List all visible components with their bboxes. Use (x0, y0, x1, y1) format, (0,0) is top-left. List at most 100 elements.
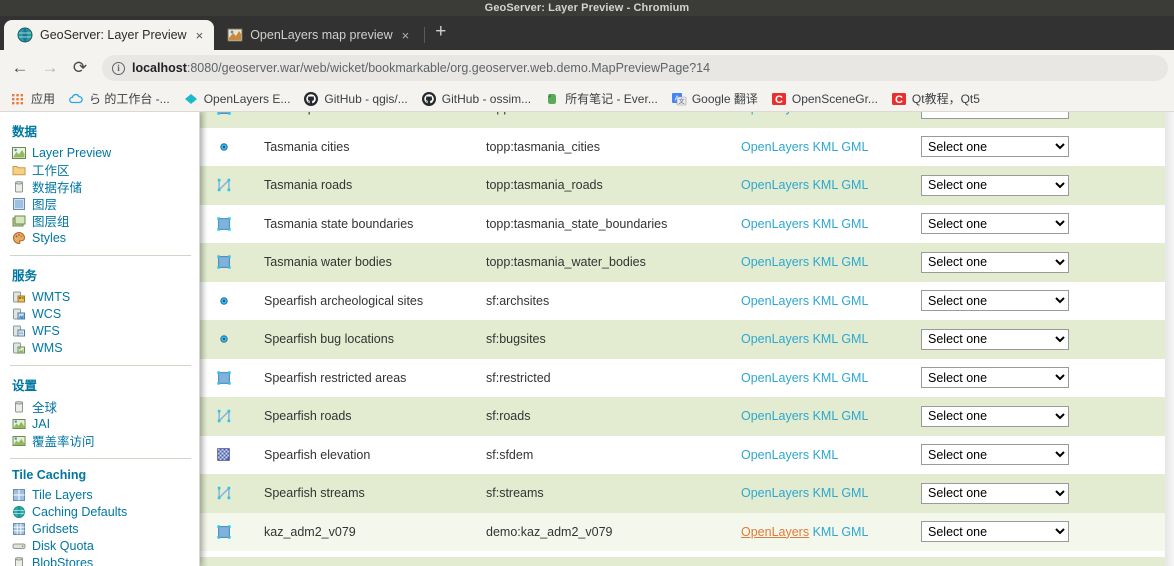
format-link-kml[interactable]: KML (813, 371, 838, 385)
table-row[interactable]: Tasmania roads topp:tasmania_roads OpenL… (200, 166, 1174, 205)
format-link-kml[interactable]: KML (813, 294, 838, 308)
table-row[interactable]: Tasmania state boundaries topp:tasmania_… (200, 205, 1174, 244)
format-select[interactable]: Select one (921, 521, 1069, 542)
bookmark-openscenegraph[interactable]: C OpenSceneGr... (765, 89, 884, 109)
format-link-kml[interactable]: KML (813, 332, 838, 346)
table-row[interactable]: USA Population topp:states OpenLayers KM… (200, 112, 1174, 128)
format-link-openlayers[interactable]: OpenLayers (741, 255, 809, 269)
format-link-kml[interactable]: KML (813, 178, 838, 192)
page-scrollbar-track[interactable] (1165, 112, 1174, 566)
table-row[interactable]: Spearfish elevation sf:sfdem OpenLayers … (200, 436, 1174, 475)
format-link-kml[interactable]: KML (813, 140, 838, 154)
format-select[interactable]: Select one (921, 252, 1069, 273)
format-select[interactable]: Select one (921, 483, 1069, 504)
format-link-kml[interactable]: KML (813, 255, 838, 269)
sidebar-item-blobstores[interactable]: BlobStores (10, 554, 199, 566)
format-select[interactable]: Select one (921, 175, 1069, 196)
sidebar-item-coverage-access[interactable]: 覆盖率访问 (10, 432, 199, 449)
table-row[interactable]: Spearfish archeological sites sf:archsit… (200, 282, 1174, 321)
sidebar-item-caching-defaults[interactable]: Caching Defaults (10, 503, 199, 520)
bookmark-github-ossim[interactable]: GitHub - ossim... (415, 89, 537, 109)
table-row[interactable]: Spearfish roads sf:roads OpenLayers KML … (200, 397, 1174, 436)
table-row[interactable]: kaz_adm2_v079 demo:kaz_adm2_v079 OpenLay… (200, 513, 1174, 552)
bookmark-workbench[interactable]: ら 的工作台 -... (62, 88, 176, 109)
sidebar-item-layers[interactable]: 图层 (10, 195, 199, 212)
forward-icon[interactable]: → (36, 54, 64, 82)
format-link-gml[interactable]: GML (841, 486, 868, 500)
format-select[interactable]: Select one (921, 290, 1069, 311)
format-link-gml[interactable]: GML (841, 140, 868, 154)
reload-icon[interactable]: ⟳ (66, 54, 94, 82)
format-link-gml[interactable]: GML (841, 178, 868, 192)
close-icon[interactable]: × (194, 29, 206, 42)
table-row[interactable]: Spearfish bug locations sf:bugsites Open… (200, 320, 1174, 359)
sidebar-item-jai[interactable]: JAI (10, 415, 199, 432)
bookmark-apps[interactable]: 应用 (4, 88, 61, 109)
table-row[interactable]: Spearfish streams sf:streams OpenLayers … (200, 474, 1174, 513)
browser-tab-geoserver[interactable]: GeoServer: Layer Preview × (4, 20, 214, 50)
table-row[interactable]: Tasmania cities topp:tasmania_cities Ope… (200, 128, 1174, 167)
site-info-icon[interactable]: i (112, 62, 125, 75)
sidebar-item-wfs[interactable]: WFS (10, 322, 199, 339)
sidebar-item-tile-layers[interactable]: Tile Layers (10, 486, 199, 503)
format-select[interactable]: Select one (921, 213, 1069, 234)
sidebar-item-styles[interactable]: Styles (10, 229, 199, 246)
format-link-openlayers[interactable]: OpenLayers (741, 112, 809, 115)
sidebar-item-global[interactable]: 全球 (10, 398, 199, 415)
format-select[interactable]: Select one (921, 367, 1069, 388)
sidebar-item-gridsets[interactable]: Gridsets (10, 520, 199, 537)
format-link-kml[interactable]: KML (813, 486, 838, 500)
format-link-gml[interactable]: GML (841, 294, 868, 308)
format-link-gml[interactable]: GML (841, 112, 868, 115)
format-link-openlayers[interactable]: OpenLayers (741, 371, 809, 385)
sidebar-item-label: Disk Quota (32, 539, 94, 553)
browser-tab-openlayers[interactable]: OpenLayers map preview × (214, 20, 420, 50)
format-link-openlayers[interactable]: OpenLayers (741, 332, 809, 346)
bookmark-evernote[interactable]: 所有笔记 - Ever... (538, 88, 664, 109)
format-link-openlayers[interactable]: OpenLayers (741, 294, 809, 308)
format-link-gml[interactable]: GML (841, 217, 868, 231)
sidebar-item-workspaces[interactable]: 工作区 (10, 161, 199, 178)
format-select[interactable]: Select one (921, 329, 1069, 350)
format-select[interactable]: Select one (921, 406, 1069, 427)
format-link-kml[interactable]: KML (813, 217, 838, 231)
service-wms-icon (12, 341, 26, 355)
table-row[interactable]: Spearfish restricted areas sf:restricted… (200, 359, 1174, 398)
format-link-gml[interactable]: GML (841, 525, 868, 539)
bookmark-openlayers[interactable]: OpenLayers E... (177, 89, 297, 109)
format-link-gml[interactable]: GML (841, 371, 868, 385)
sidebar-item-wms[interactable]: WMS (10, 339, 199, 356)
format-select[interactable]: Select one (921, 136, 1069, 157)
address-bar[interactable]: i localhost:8080/geoserver.war/web/wicke… (102, 55, 1168, 81)
new-tab-button[interactable]: + (431, 22, 454, 49)
format-link-gml[interactable]: GML (841, 409, 868, 423)
sidebar-item-wcs[interactable]: WCS (10, 305, 199, 322)
bookmark-google-translate[interactable]: A 文 Google 翻译 (665, 88, 764, 109)
format-link-kml[interactable]: KML (813, 525, 838, 539)
page-scrollbar[interactable] (1165, 112, 1174, 566)
format-link-openlayers[interactable]: OpenLayers (741, 217, 809, 231)
format-link-openlayers[interactable]: OpenLayers (741, 140, 809, 154)
format-link-kml[interactable]: KML (813, 112, 838, 115)
format-link-gml[interactable]: GML (841, 255, 868, 269)
back-icon[interactable]: ← (6, 54, 34, 82)
sidebar-item-layer-preview[interactable]: Layer Preview (10, 144, 199, 161)
format-link-kml[interactable]: KML (813, 448, 839, 462)
format-link-openlayers[interactable]: OpenLayers (741, 525, 809, 539)
format-link-openlayers[interactable]: OpenLayers (741, 409, 809, 423)
close-icon[interactable]: × (400, 29, 412, 42)
format-select[interactable]: Select one (921, 444, 1069, 465)
format-link-openlayers[interactable]: OpenLayers (741, 448, 809, 462)
table-row[interactable]: Tasmania water bodies topp:tasmania_wate… (200, 243, 1174, 282)
format-link-openlayers[interactable]: OpenLayers (741, 486, 809, 500)
sidebar-item-layergroups[interactable]: 图层组 (10, 212, 199, 229)
format-link-openlayers[interactable]: OpenLayers (741, 178, 809, 192)
format-link-kml[interactable]: KML (813, 409, 838, 423)
format-link-gml[interactable]: GML (841, 332, 868, 346)
format-select[interactable]: Select one (921, 112, 1069, 119)
sidebar-item-disk-quota[interactable]: Disk Quota (10, 537, 199, 554)
bookmark-qt-tutorial[interactable]: C Qt教程，Qt5 (885, 88, 986, 109)
sidebar-item-wmts[interactable]: WMTS (10, 288, 199, 305)
sidebar-item-datastores[interactable]: 数据存储 (10, 178, 199, 195)
bookmark-github-qgis[interactable]: GitHub - qgis/... (297, 89, 413, 109)
